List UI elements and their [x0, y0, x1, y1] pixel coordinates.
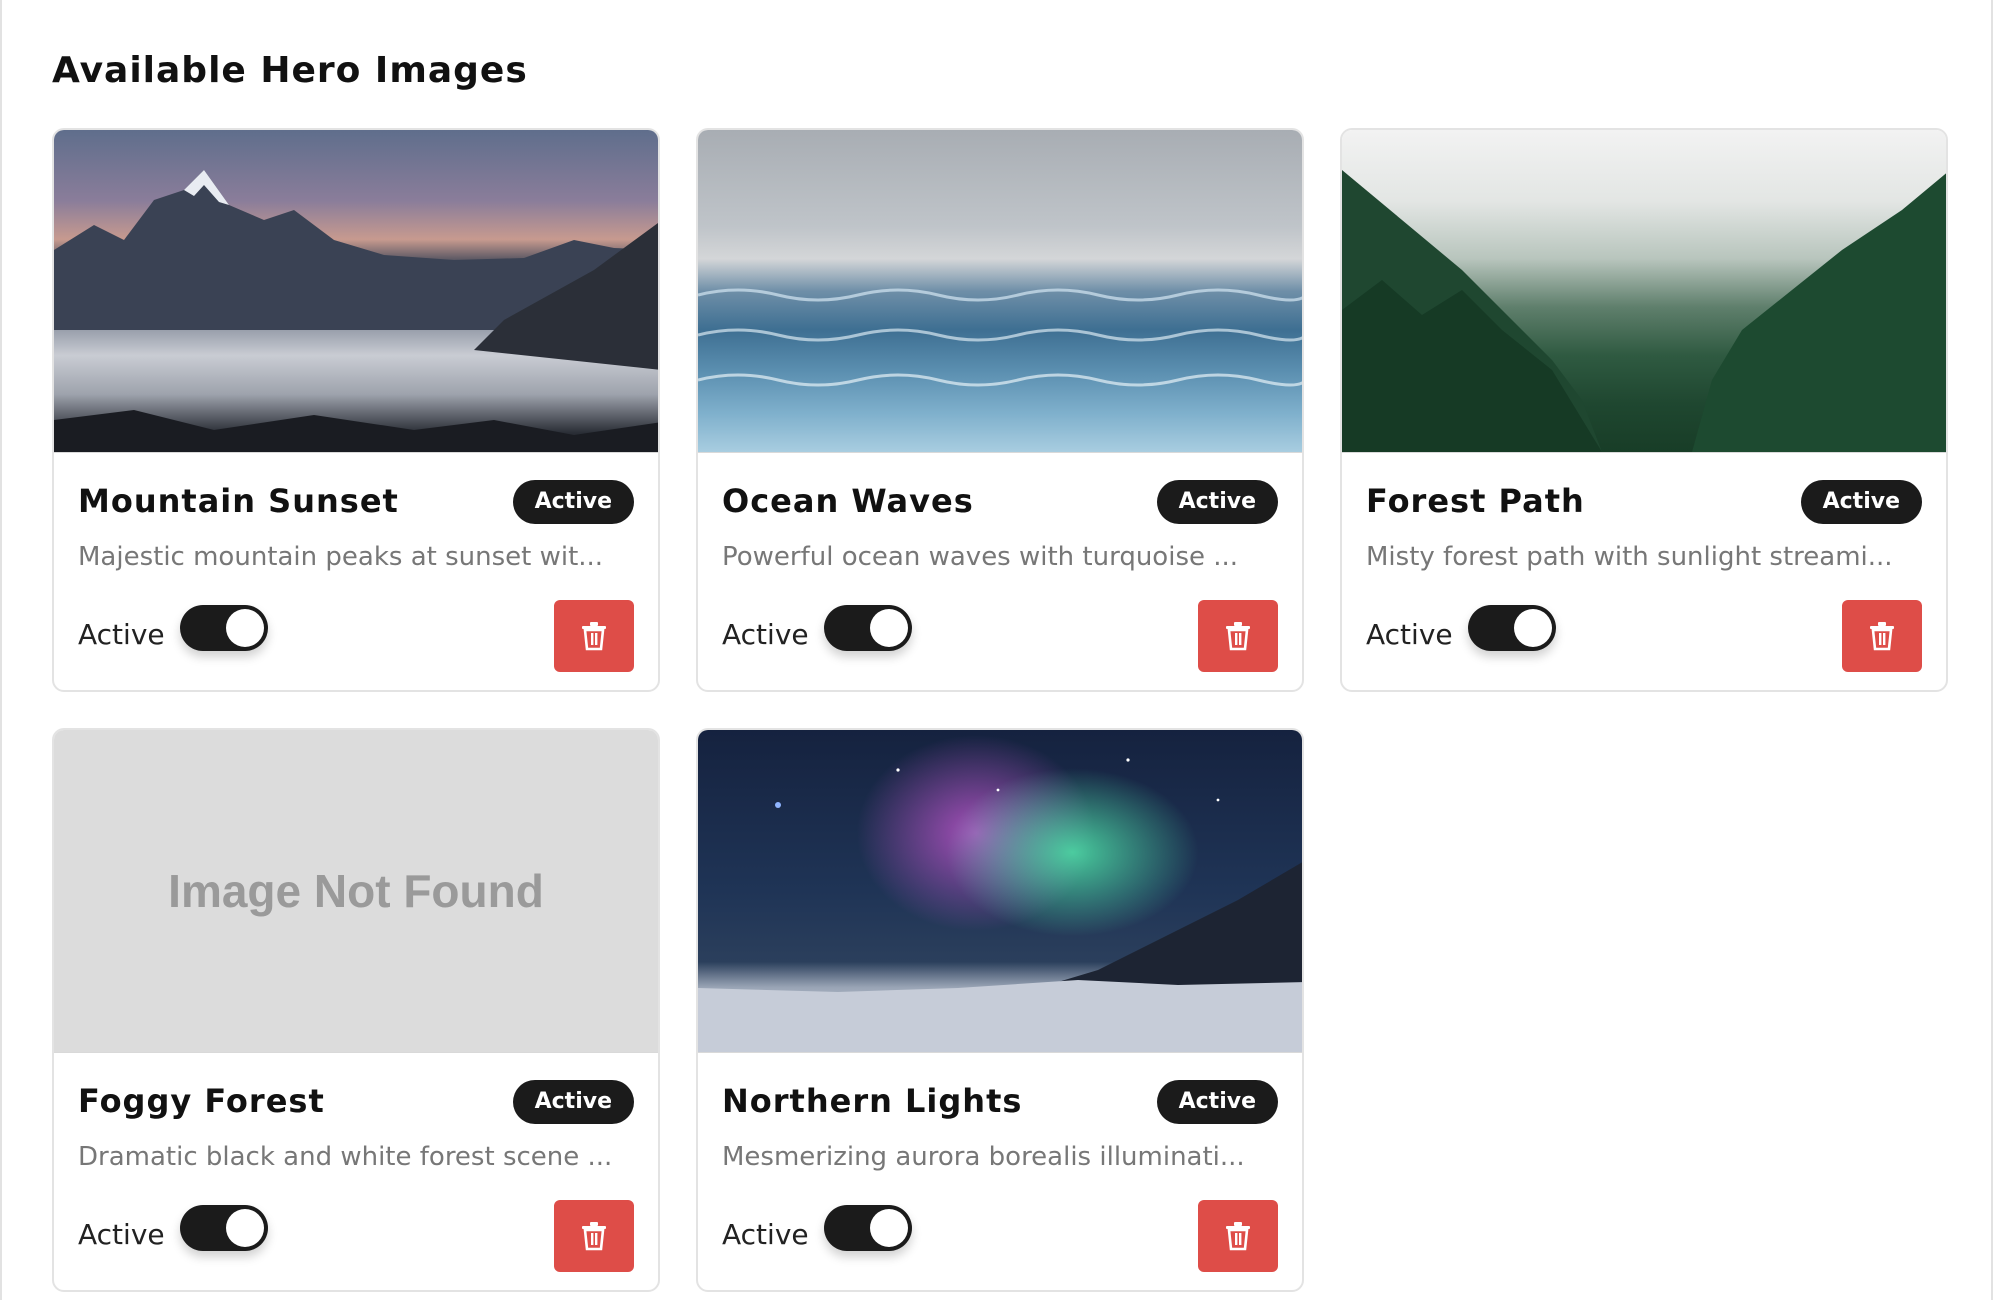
trash-icon [1226, 622, 1250, 651]
card-title: Mountain Sunset [78, 482, 399, 520]
hero-image-mountain-sunset[interactable] [54, 130, 658, 453]
toggle-label: Active [1366, 618, 1453, 651]
hero-image-northern-lights[interactable] [698, 730, 1302, 1053]
aurora-illustration [698, 758, 1302, 1052]
card-description: Mesmerizing aurora borealis illuminati..… [722, 1142, 1245, 1172]
image-not-found-text: Image Not Found [168, 865, 544, 917]
section-title: Available Hero Images [52, 50, 528, 91]
card-title: Ocean Waves [722, 482, 974, 520]
trash-icon [582, 1222, 606, 1251]
delete-button[interactable] [1198, 600, 1278, 672]
trash-icon [1870, 622, 1894, 651]
hero-image-card: Image Not Found Foggy Forest Active Dram… [52, 728, 660, 1292]
card-description: Misty forest path with sunlight streami.… [1366, 542, 1893, 572]
status-badge: Active [1156, 1080, 1278, 1124]
active-toggle[interactable] [824, 1205, 912, 1251]
hero-image-ocean-waves[interactable] [698, 130, 1302, 453]
image-placeholder[interactable]: Image Not Found [54, 730, 658, 1053]
trash-icon [582, 622, 606, 651]
status-badge: Active [1800, 480, 1922, 524]
active-toggle[interactable] [1468, 605, 1556, 651]
toggle-knob [870, 609, 908, 647]
card-title: Forest Path [1366, 482, 1585, 520]
hero-image-card: Northern Lights Active Mesmerizing auror… [696, 728, 1304, 1292]
status-badge: Active [1156, 480, 1278, 524]
toggle-label: Active [722, 1218, 809, 1251]
forest-illustration [1342, 170, 1946, 452]
delete-button[interactable] [554, 600, 634, 672]
toggle-label: Active [722, 618, 809, 651]
active-toggle[interactable] [180, 1205, 268, 1251]
hero-image-forest-path[interactable] [1342, 130, 1946, 453]
card-title: Foggy Forest [78, 1082, 325, 1120]
active-toggle[interactable] [824, 605, 912, 651]
status-badge: Active [512, 480, 634, 524]
toggle-label: Active [78, 1218, 165, 1251]
card-description: Dramatic black and white forest scene ..… [78, 1142, 613, 1172]
ocean-illustration [698, 288, 1302, 387]
card-title: Northern Lights [722, 1082, 1023, 1120]
delete-button[interactable] [554, 1200, 634, 1272]
toggle-knob [1514, 609, 1552, 647]
hero-images-panel: Available Hero Images Mountain Sunset Ac… [0, 0, 1993, 1300]
delete-button[interactable] [1842, 600, 1922, 672]
hero-image-card: Ocean Waves Active Powerful ocean waves … [696, 128, 1304, 692]
active-toggle[interactable] [180, 605, 268, 651]
mountain-illustration [54, 170, 658, 452]
hero-image-card: Mountain Sunset Active Majestic mountain… [52, 128, 660, 692]
toggle-label: Active [78, 618, 165, 651]
trash-icon [1226, 1222, 1250, 1251]
delete-button[interactable] [1198, 1200, 1278, 1272]
status-badge: Active [512, 1080, 634, 1124]
toggle-knob [870, 1209, 908, 1247]
hero-image-card: Forest Path Active Misty forest path wit… [1340, 128, 1948, 692]
card-description: Powerful ocean waves with turquoise ... [722, 542, 1239, 572]
toggle-knob [226, 1209, 264, 1247]
card-description: Majestic mountain peaks at sunset wit... [78, 542, 604, 572]
toggle-knob [226, 609, 264, 647]
